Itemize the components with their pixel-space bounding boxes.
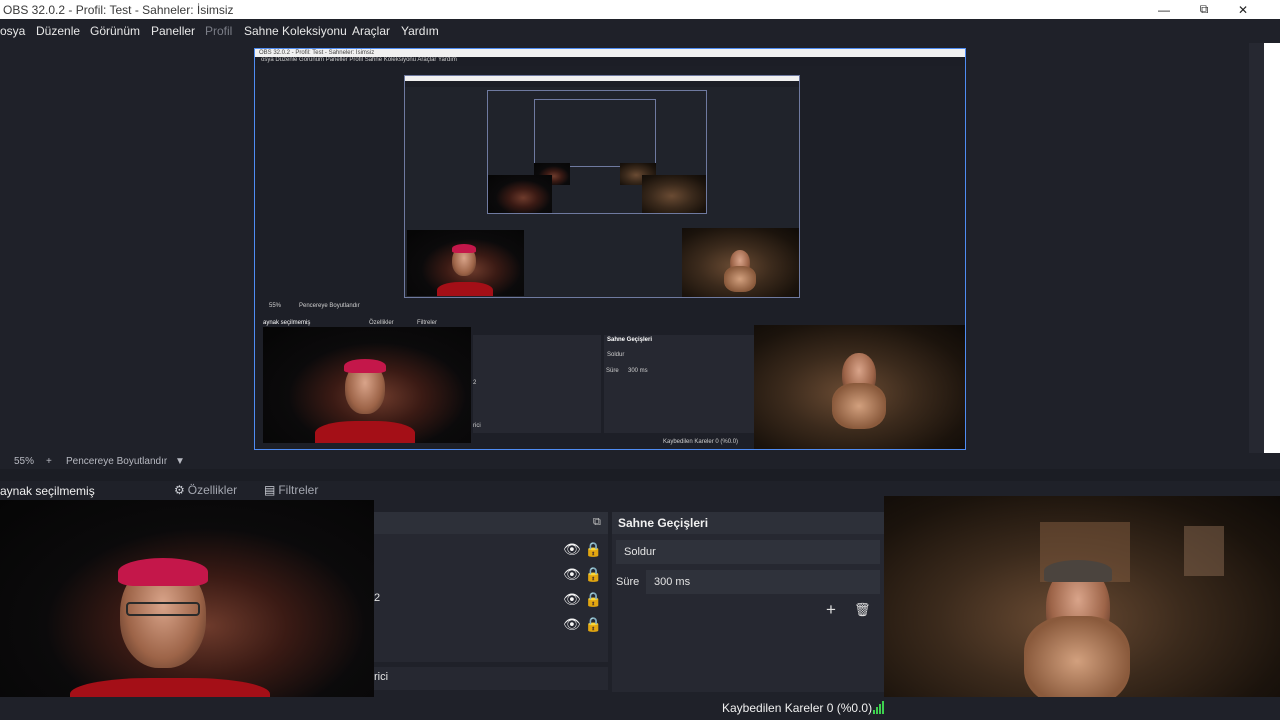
properties-button[interactable]: ⚙ Özellikler <box>174 483 237 497</box>
nested2-webcam-right <box>682 228 799 297</box>
source-row-3-icons[interactable]: 👁 🔒 <box>563 591 602 608</box>
nested2-webcam-left <box>407 230 524 296</box>
signal-icon <box>873 701 884 714</box>
menu-scene-collection[interactable]: Sahne Koleksiyonu <box>244 24 347 38</box>
glasses <box>126 602 200 616</box>
nested2-menu <box>405 81 799 87</box>
close-button[interactable]: ✕ <box>1220 0 1266 19</box>
source-row-2-icons[interactable]: 👁 🔒 <box>563 566 602 583</box>
nested-window-3 <box>487 90 707 214</box>
nested-window-1: OBS 32.0.2 - Profil: Test - Sahneler: İs… <box>255 49 965 449</box>
eye-icon[interactable]: 👁 <box>563 616 581 632</box>
eye-icon[interactable]: 👁 <box>563 591 581 607</box>
nested3-webcam-right <box>642 175 706 213</box>
nested-fit: Pencereye Boyutlandır <box>299 303 360 309</box>
sources-dock: ⧉ 2 👁 🔒 👁 🔒 👁 🔒 👁 🔒 <box>374 512 608 662</box>
nested-row-suffix: 2 <box>473 380 477 386</box>
lock-icon[interactable]: 🔒 <box>585 616 602 632</box>
transitions-dock: Sahne Geçişleri Soldur Süre 300 ms + 🗑 <box>612 512 884 692</box>
no-source-label: aynak seçilmemiş <box>0 484 95 498</box>
window-titlebar: OBS 32.0.2 - Profil: Test - Sahneler: İs… <box>0 0 1280 19</box>
transitions-title: Sahne Geçişleri <box>612 512 884 534</box>
undock-icon[interactable]: ⧉ <box>593 516 601 529</box>
dock-separator <box>0 469 1280 481</box>
nested3-webcam-left <box>488 175 552 213</box>
chevron-down-icon[interactable]: ▼ <box>175 456 185 467</box>
trash-icon[interactable]: 🗑 <box>854 602 871 618</box>
eye-icon[interactable]: 👁 <box>563 566 581 582</box>
menu-file[interactable]: osya <box>0 24 25 38</box>
sources-dock-title: ⧉ <box>374 512 608 534</box>
nested-title: OBS 32.0.2 - Profil: Test - Sahneler: İs… <box>259 50 375 56</box>
add-transition-button[interactable]: + <box>826 600 836 620</box>
menu-edit[interactable]: Düzenle <box>36 24 80 38</box>
transition-type-select[interactable]: Soldur <box>616 540 880 564</box>
nested-no-source: aynak seçilmemiş <box>263 320 311 326</box>
lock-icon[interactable]: 🔒 <box>585 566 602 582</box>
menu-view[interactable]: Görünüm <box>90 24 140 38</box>
nested-properties: Özellikler <box>369 320 394 326</box>
duration-field[interactable]: 300 ms <box>646 570 880 594</box>
lock-icon[interactable]: 🔒 <box>585 541 602 557</box>
filter-icon: ▤ <box>264 483 276 497</box>
bottom-cut-label: rici <box>374 671 389 683</box>
wall-poster-2 <box>1184 526 1224 576</box>
filters-button[interactable]: ▤ Filtreler <box>264 483 318 497</box>
properties-label: Özellikler <box>187 483 238 497</box>
preview-scrollbar[interactable] <box>1249 43 1264 453</box>
source-bottom-row: rici <box>374 667 608 690</box>
zoom-bar: 55% + Pencereye Boyutlandır ▼ <box>0 453 1280 470</box>
preview-canvas[interactable]: OBS 32.0.2 - Profil: Test - Sahneler: İs… <box>254 48 966 450</box>
zoom-in-button[interactable]: + <box>46 456 52 467</box>
nested-menu: osya Düzenle Görünüm Paneller Profil Sah… <box>255 57 965 66</box>
nested-fade: Soldur <box>607 352 625 358</box>
nested-transitions-dock: Sahne Geçişleri Soldur Süre 300 ms <box>604 335 754 433</box>
menu-bar: osya Düzenle Görünüm Paneller Profil Sah… <box>0 19 1280 43</box>
nested-window-2 <box>404 75 800 298</box>
nested-sources-dock: 2 rici <box>473 335 601 433</box>
nested-transitions-title: Sahne Geçişleri <box>607 337 653 343</box>
nested-window-4 <box>534 99 656 167</box>
nested-cut: rici <box>473 423 481 429</box>
bandana-gray <box>1044 560 1112 582</box>
source-row-4-icons[interactable]: 👁 🔒 <box>563 616 602 633</box>
source-row-suffix: 2 <box>374 592 381 604</box>
nested-filters: Filtreler <box>417 320 438 326</box>
webcam-right <box>884 496 1280 720</box>
lock-icon[interactable]: 🔒 <box>585 591 602 607</box>
dropped-frames: Kaybedilen Kareler 0 (%0.0) <box>722 701 873 715</box>
outer-scrollbar[interactable] <box>1264 43 1280 453</box>
menu-help[interactable]: Yardım <box>401 24 439 38</box>
menu-tools[interactable]: Araçlar <box>352 24 390 38</box>
nested-zoom: 55% <box>269 303 282 309</box>
webcam-left <box>0 500 374 710</box>
source-row-1-icons[interactable]: 👁 🔒 <box>563 541 602 558</box>
nested-duration-val: 300 ms <box>628 368 648 374</box>
duration-label: Süre <box>616 576 640 588</box>
nested1-webcam-right <box>754 325 965 449</box>
nested-titlebar: OBS 32.0.2 - Profil: Test - Sahneler: İs… <box>255 49 965 57</box>
filters-label: Filtreler <box>278 483 319 497</box>
fit-window-label[interactable]: Pencereye Boyutlandır <box>66 456 167 467</box>
eye-icon[interactable]: 👁 <box>563 541 581 557</box>
window-title: OBS 32.0.2 - Profil: Test - Sahneler: İs… <box>3 3 234 17</box>
nested-dropped: Kaybedilen Kareler 0 (%0.0) <box>663 439 739 445</box>
nested-duration: Süre <box>606 368 619 374</box>
status-bar: Kaybedilen Kareler 0 (%0.0) <box>0 697 1280 720</box>
gear-icon: ⚙ <box>174 483 185 497</box>
nested-menu-text: osya Düzenle Görünüm Paneller Profil Sah… <box>261 57 457 63</box>
menu-docks[interactable]: Paneller <box>151 24 195 38</box>
zoom-level[interactable]: 55% <box>14 456 34 467</box>
menu-profile[interactable]: Profil <box>205 24 232 38</box>
nested1-webcam-left <box>263 327 471 443</box>
